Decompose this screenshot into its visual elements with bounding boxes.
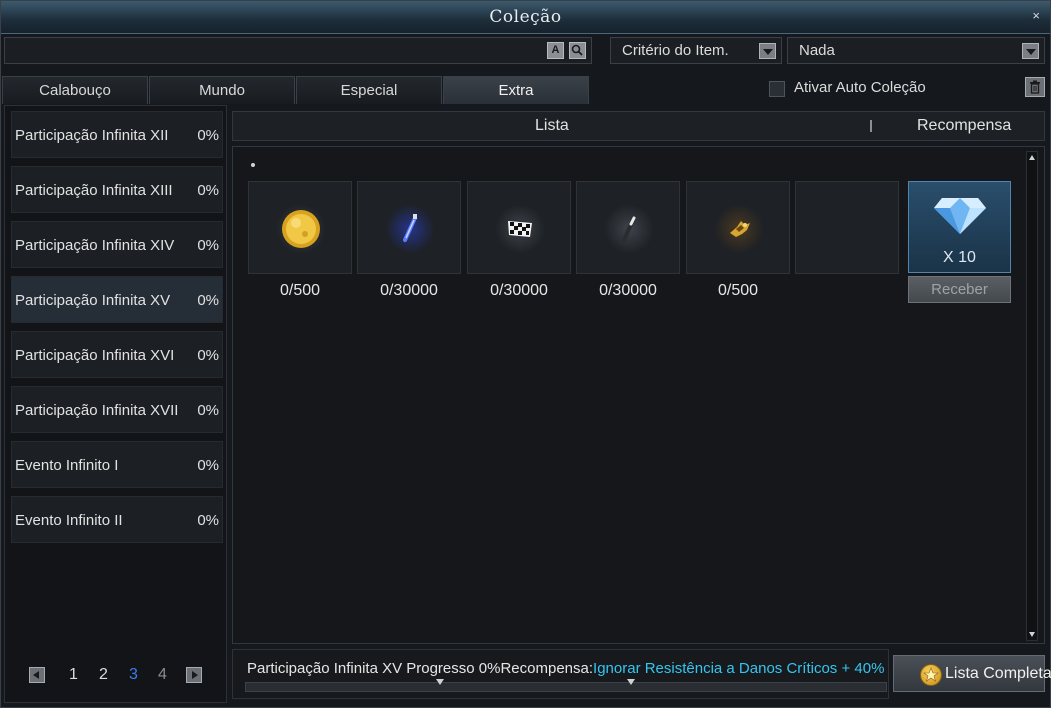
reward-prefix: Recompensa: xyxy=(500,660,594,677)
page-2[interactable]: 2 xyxy=(99,666,108,684)
prev-page-icon[interactable] xyxy=(29,667,45,683)
gold-coin-icon xyxy=(282,210,320,248)
tab-especial[interactable]: Especial xyxy=(296,76,442,104)
empty-item-slot[interactable] xyxy=(795,181,899,274)
list-item-percent: 0% xyxy=(197,457,219,474)
title-bar: Coleção × xyxy=(1,1,1050,34)
chevron-down-icon[interactable] xyxy=(1022,43,1039,59)
bullet-dot xyxy=(251,163,255,167)
reward-quantity: X 10 xyxy=(943,249,976,266)
full-list-label: Lista Completa xyxy=(945,665,1051,682)
tab-extra[interactable]: Extra xyxy=(443,76,589,104)
diamond-icon xyxy=(934,198,986,234)
list-item[interactable]: Participação Infinita XVI 0% xyxy=(11,331,223,378)
list-item-percent: 0% xyxy=(197,347,219,364)
list-item-name: Participação Infinita XII xyxy=(15,127,169,144)
item-slot[interactable] xyxy=(248,181,352,274)
reward-slot[interactable]: X 10 xyxy=(908,181,1011,273)
list-item-name: Participação Infinita XIV xyxy=(15,237,175,254)
list-item-name: Participação Infinita XV xyxy=(15,292,171,309)
list-item-name: Participação Infinita XVII xyxy=(15,402,179,419)
item-count: 0/30000 xyxy=(380,282,438,299)
list-item[interactable]: Evento Infinito I 0% xyxy=(11,441,223,488)
item-slot[interactable] xyxy=(467,181,571,274)
list-item-percent: 0% xyxy=(197,182,219,199)
window-title: Coleção xyxy=(489,7,562,27)
item-count: 0/30000 xyxy=(490,282,548,299)
list-item[interactable]: Participação Infinita XVII 0% xyxy=(11,386,223,433)
scroll-up-icon[interactable] xyxy=(1029,155,1035,160)
dark-wand-icon xyxy=(622,216,636,242)
auto-collect-label: Ativar Auto Coleção xyxy=(794,79,926,96)
chevron-down-icon[interactable] xyxy=(759,43,776,59)
list-item-name: Participação Infinita XIII xyxy=(15,182,173,199)
list-item[interactable]: Participação Infinita XII 0% xyxy=(11,111,223,158)
pagination: 1 2 3 4 xyxy=(29,666,219,686)
column-recompensa: Recompensa xyxy=(917,117,1012,134)
criteria-select-label: Critério do Item. xyxy=(622,42,729,59)
tab-mundo[interactable]: Mundo xyxy=(149,76,295,104)
next-page-icon[interactable] xyxy=(186,667,202,683)
trash-icon[interactable] xyxy=(1025,77,1045,97)
list-item[interactable]: Evento Infinito II 0% xyxy=(11,496,223,543)
list-item-percent: 0% xyxy=(197,402,219,419)
list-item-percent: 0% xyxy=(197,127,219,144)
page-1[interactable]: 1 xyxy=(69,666,78,684)
page-3-current[interactable]: 3 xyxy=(129,666,138,684)
progress-bar xyxy=(245,679,887,692)
close-icon[interactable]: × xyxy=(1032,8,1040,23)
full-list-button[interactable]: Lista Completa xyxy=(893,655,1051,692)
reward-value: Ignorar Resistência a Danos Críticos + 4… xyxy=(593,660,885,677)
items-panel: 0/500 0/30000 0/30000 0/30000 0/500 X 10… xyxy=(232,146,1045,644)
criteria-select[interactable]: Critério do Item. xyxy=(610,37,782,64)
scroll-down-icon[interactable] xyxy=(1029,632,1035,637)
list-item-name: Evento Infinito I xyxy=(15,457,119,474)
gold-fragment-icon xyxy=(730,221,750,237)
tab-calabouco[interactable]: Calabouço xyxy=(2,76,148,104)
list-item-selected[interactable]: Participação Infinita XV 0% xyxy=(11,276,223,323)
progress-marker xyxy=(436,679,444,685)
letter-a-button[interactable]: A xyxy=(547,42,564,59)
item-slot[interactable] xyxy=(357,181,461,274)
item-count: 0/500 xyxy=(717,282,759,299)
list-item-percent: 0% xyxy=(197,292,219,309)
list-item-percent: 0% xyxy=(197,237,219,254)
auto-collect-checkbox[interactable] xyxy=(769,81,785,97)
item-slot[interactable] xyxy=(576,181,680,274)
column-lista: Lista xyxy=(535,117,569,134)
search-input[interactable]: A xyxy=(4,37,592,64)
collection-window: Coleção × A Critério do Item. Nada Calab… xyxy=(0,0,1051,708)
scrollbar[interactable] xyxy=(1026,151,1038,641)
content-header: Lista Recompensa xyxy=(232,111,1045,141)
star-icon xyxy=(920,664,942,686)
list-item-name: Participação Infinita XVI xyxy=(15,347,175,364)
progress-footer: Participação Infinita XV Progresso 0%Rec… xyxy=(232,649,889,699)
filter-select-label: Nada xyxy=(799,42,835,59)
page-4[interactable]: 4 xyxy=(158,666,167,684)
progress-marker xyxy=(627,679,635,685)
progress-text: Participação Infinita XV Progresso 0% xyxy=(247,660,501,677)
list-item[interactable]: Participação Infinita XIII 0% xyxy=(11,166,223,213)
filter-select[interactable]: Nada xyxy=(787,37,1045,64)
checkered-flag-icon xyxy=(508,221,532,237)
list-item-percent: 0% xyxy=(197,512,219,529)
item-count: 0/30000 xyxy=(599,282,657,299)
progress-text-line: Participação Infinita XV Progresso 0%Rec… xyxy=(247,660,884,677)
item-count: 0/500 xyxy=(279,282,321,299)
collection-list-panel: Participação Infinita XII 0% Participaçã… xyxy=(4,105,227,703)
list-item[interactable]: Participação Infinita XIV 0% xyxy=(11,221,223,268)
receive-button[interactable]: Receber xyxy=(908,276,1011,303)
item-slot[interactable] xyxy=(686,181,790,274)
column-divider xyxy=(870,120,872,132)
blue-potion-icon xyxy=(403,214,417,242)
search-icon[interactable] xyxy=(569,42,586,59)
list-item-name: Evento Infinito II xyxy=(15,512,123,529)
